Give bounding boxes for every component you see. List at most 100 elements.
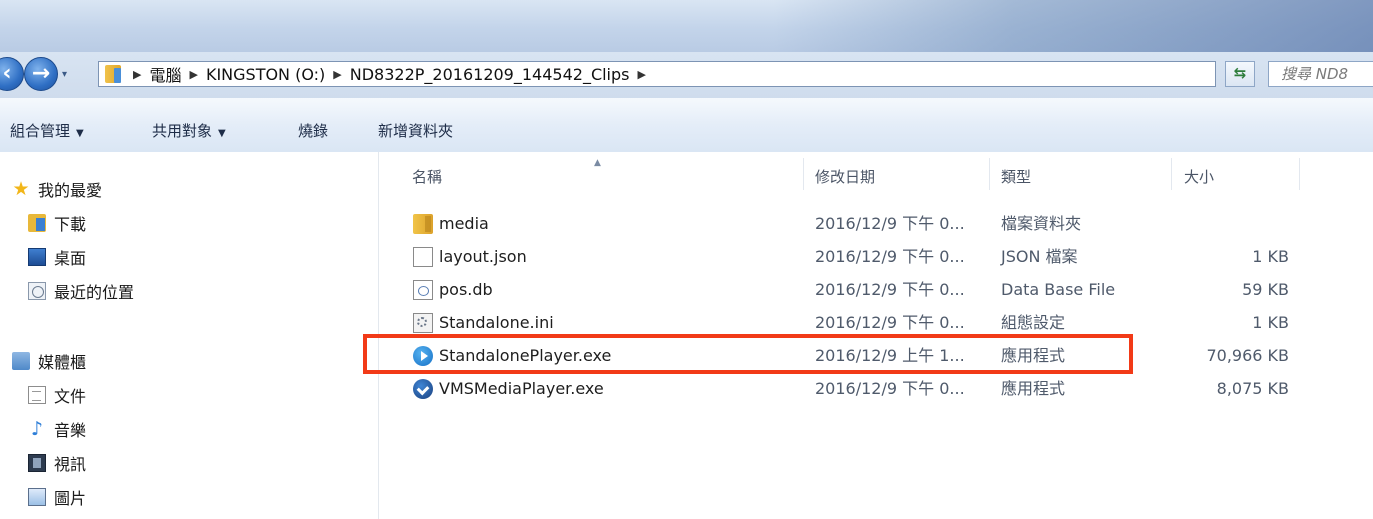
file-size: 1 KB <box>1252 247 1289 266</box>
nav-item-desktop[interactable]: 桌面 <box>28 245 86 269</box>
column-divider[interactable] <box>803 158 804 190</box>
database-file-icon <box>413 279 433 300</box>
breadcrumb-drive[interactable]: KINGSTON (O:) <box>206 65 325 84</box>
nav-item-label: 文件 <box>54 387 87 406</box>
file-type: JSON 檔案 <box>1001 247 1078 266</box>
download-folder-icon <box>28 214 46 232</box>
nav-favorites[interactable]: ★ 我的最愛 <box>12 177 102 201</box>
folder-icon <box>105 65 121 83</box>
star-icon: ★ <box>12 178 30 200</box>
file-name-cell: pos.db <box>413 273 493 306</box>
column-header-type[interactable]: 類型 <box>1001 152 1031 192</box>
file-size: 70,966 KB <box>1206 346 1289 365</box>
refresh-button[interactable]: ⇆ <box>1225 61 1255 87</box>
file-name: StandalonePlayer.exe <box>439 346 612 365</box>
nav-item-documents[interactable]: 文件 <box>28 383 86 407</box>
breadcrumb-separator-icon[interactable]: ▶ <box>333 68 341 81</box>
video-icon <box>28 454 46 472</box>
file-row-selected[interactable]: StandalonePlayer.exe 2016/12/9 上午 1... 應… <box>379 339 1373 372</box>
share-label: 共用對象 <box>152 122 213 140</box>
file-type: 應用程式 <box>1001 379 1066 398</box>
file-size: 8,075 KB <box>1216 379 1289 398</box>
nav-item-recent-places[interactable]: 最近的位置 <box>28 279 134 303</box>
nav-item-downloads[interactable]: 下載 <box>28 211 86 235</box>
column-header-name[interactable]: 名稱 <box>412 152 442 192</box>
file-date: 2016/12/9 下午 0... <box>815 280 965 299</box>
file-type: Data Base File <box>1001 280 1116 299</box>
documents-icon <box>28 386 46 404</box>
nav-favorites-label: 我的最愛 <box>38 181 103 200</box>
nav-item-label: 圖片 <box>54 489 87 508</box>
file-row[interactable]: layout.json 2016/12/9 下午 0... JSON 檔案 1 … <box>379 240 1373 273</box>
column-header-size[interactable]: 大小 <box>1184 152 1214 192</box>
organize-menu[interactable]: 組合管理 ▼ <box>10 120 84 141</box>
nav-libraries[interactable]: 媒體櫃 <box>12 349 86 373</box>
nav-item-label: 最近的位置 <box>54 283 135 302</box>
player-app-icon <box>413 345 433 366</box>
file-name-cell: StandalonePlayer.exe <box>413 339 611 372</box>
back-button[interactable]: ‹ <box>0 57 24 91</box>
search-input[interactable]: 搜尋 ND8 <box>1268 61 1373 87</box>
sort-ascending-icon: ▲ <box>594 158 601 168</box>
file-name: pos.db <box>439 280 493 299</box>
file-row[interactable]: VMSMediaPlayer.exe 2016/12/9 下午 0... 應用程… <box>379 372 1373 405</box>
file-date: 2016/12/9 上午 1... <box>815 346 965 365</box>
library-icon <box>12 352 30 370</box>
file-name: VMSMediaPlayer.exe <box>439 379 604 398</box>
chevron-down-icon: ▼ <box>76 128 84 139</box>
file-size: 59 KB <box>1242 280 1289 299</box>
nav-item-label: 音樂 <box>54 421 87 440</box>
breadcrumb-separator-icon[interactable]: ▶ <box>133 68 141 81</box>
burn-button[interactable]: 燒錄 <box>298 120 328 141</box>
file-size: 1 KB <box>1252 313 1289 332</box>
file-row[interactable]: Standalone.ini 2016/12/9 下午 0... 組態設定 1 … <box>379 306 1373 339</box>
file-row[interactable]: pos.db 2016/12/9 下午 0... Data Base File … <box>379 273 1373 306</box>
breadcrumb-folder[interactable]: ND8322P_20161209_144542_Clips <box>350 65 630 84</box>
file-list: 名稱 ▲ 修改日期 類型 大小 media 2016/12/9 下午 0... … <box>379 152 1373 519</box>
file-date: 2016/12/9 下午 0... <box>815 247 965 266</box>
breadcrumb-separator-icon[interactable]: ▶ <box>189 68 197 81</box>
address-row: ‹ → ▾ ▶ 電腦 ▶ KINGSTON (O:) ▶ ND8322P_201… <box>0 52 1373 99</box>
title-bar-glass <box>773 0 1373 52</box>
organize-label: 組合管理 <box>10 122 71 140</box>
command-toolbar: 組合管理 ▼ 共用對象 ▼ 燒錄 新增資料夾 <box>0 98 1373 153</box>
vms-app-icon <box>413 378 433 399</box>
breadcrumb-computer[interactable]: 電腦 <box>149 62 181 86</box>
recent-pages-dropdown[interactable]: ▾ <box>62 70 72 80</box>
file-row[interactable]: media 2016/12/9 下午 0... 檔案資料夾 <box>379 207 1373 240</box>
settings-file-icon <box>413 312 433 333</box>
share-menu[interactable]: 共用對象 ▼ <box>152 120 226 141</box>
nav-item-pictures[interactable]: 圖片 <box>28 485 86 509</box>
column-header-date[interactable]: 修改日期 <box>815 152 875 192</box>
recent-places-icon <box>28 282 46 300</box>
column-divider[interactable] <box>1171 158 1172 190</box>
forward-button[interactable]: → <box>24 57 58 91</box>
file-name-cell: VMSMediaPlayer.exe <box>413 372 604 405</box>
chevron-down-icon: ▼ <box>218 128 226 139</box>
nav-item-label: 下載 <box>54 215 87 234</box>
breadcrumb: ▶ 電腦 ▶ KINGSTON (O:) ▶ ND8322P_20161209_… <box>129 62 654 86</box>
file-type: 應用程式 <box>1001 346 1066 365</box>
pictures-icon <box>28 488 46 506</box>
file-name: Standalone.ini <box>439 313 554 332</box>
file-date: 2016/12/9 下午 0... <box>815 214 965 233</box>
nav-item-music[interactable]: ♪ 音樂 <box>28 417 86 441</box>
file-icon <box>413 246 433 267</box>
file-date: 2016/12/9 下午 0... <box>815 313 965 332</box>
file-type: 組態設定 <box>1001 313 1066 332</box>
new-folder-button[interactable]: 新增資料夾 <box>378 120 453 141</box>
nav-item-videos[interactable]: 視訊 <box>28 451 86 475</box>
file-name-cell: media <box>413 207 489 240</box>
music-icon: ♪ <box>30 418 44 440</box>
folder-icon <box>413 213 433 234</box>
file-name-cell: Standalone.ini <box>413 306 554 339</box>
navigation-pane: ★ 我的最愛 下載 桌面 最近的位置 媒體櫃 文件 ♪ 音樂 視訊 圖片 <box>0 152 379 519</box>
file-date: 2016/12/9 下午 0... <box>815 379 965 398</box>
breadcrumb-separator-icon[interactable]: ▶ <box>638 68 646 81</box>
file-name: layout.json <box>439 247 527 266</box>
column-divider[interactable] <box>989 158 990 190</box>
file-type: 檔案資料夾 <box>1001 214 1082 233</box>
file-name: media <box>439 214 489 233</box>
column-divider[interactable] <box>1299 158 1300 190</box>
address-bar[interactable]: ▶ 電腦 ▶ KINGSTON (O:) ▶ ND8322P_20161209_… <box>98 61 1308 87</box>
